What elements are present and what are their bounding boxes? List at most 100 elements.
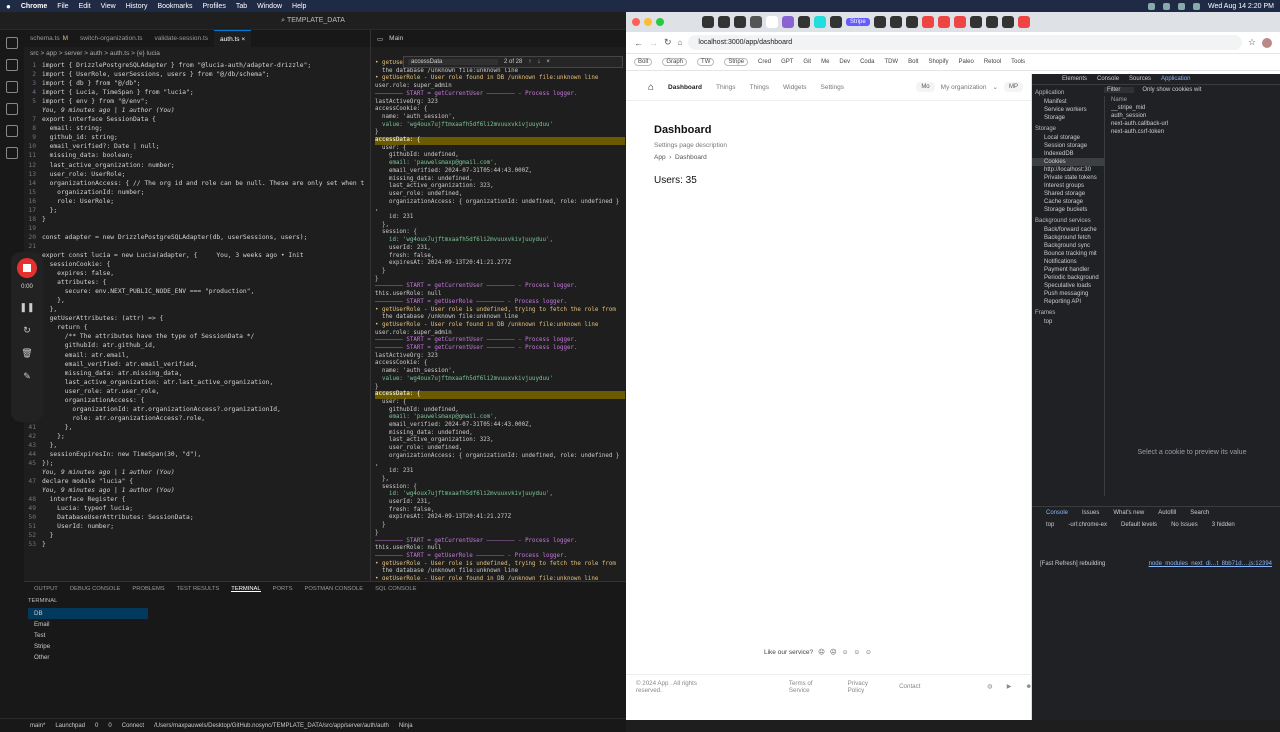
console-source-link[interactable]: node_modules_next_di…t_8bb71d….js:12394: [1149, 561, 1272, 567]
browser-tab[interactable]: [921, 16, 934, 28]
github-icon[interactable]: ◍: [987, 683, 992, 690]
bookmark-item[interactable]: TDW: [884, 59, 898, 65]
sidebar-item[interactable]: Cookies: [1032, 158, 1104, 166]
discord-icon[interactable]: ☻: [1025, 683, 1032, 690]
sidebar-item[interactable]: Shared storage: [1032, 190, 1104, 198]
find-input[interactable]: accessData: [408, 59, 498, 65]
menubar-app-name[interactable]: Chrome: [21, 3, 47, 10]
connect-button[interactable]: Connect: [122, 723, 144, 729]
only-cookies-checkbox[interactable]: Only show cookies wit: [1142, 87, 1201, 93]
trash-icon[interactable]: 🗑: [11, 348, 43, 359]
tab-switch-organization[interactable]: switch-organization.ts: [74, 30, 149, 47]
sidebar-item[interactable]: Background fetch: [1032, 234, 1104, 242]
browser-tab[interactable]: [969, 16, 982, 28]
nav-things[interactable]: Things: [716, 84, 736, 91]
menubar-clock[interactable]: Wed Aug 14 2:20 PM: [1208, 3, 1274, 10]
pause-icon[interactable]: ❚❚: [11, 302, 43, 313]
app-logo-icon[interactable]: ⌂: [648, 82, 654, 93]
arrow-down-icon[interactable]: ↓: [537, 59, 540, 65]
tab-validate-session[interactable]: validate-session.ts: [149, 30, 214, 47]
code-editor[interactable]: 1 import { DrizzlePostgreSQLAdapter } fro…: [24, 61, 370, 581]
emoji-icon[interactable]: ☹: [818, 648, 825, 656]
terminal-editor-tab[interactable]: ▭ Main: [371, 30, 626, 47]
debug-icon[interactable]: [6, 103, 18, 115]
stripe-tab[interactable]: Stripe: [846, 18, 870, 26]
sidebar-item[interactable]: Speculative loads: [1032, 282, 1104, 290]
footer-link-privacy[interactable]: Privacy Policy: [848, 680, 885, 694]
tab-schema[interactable]: schema.ts M: [24, 30, 74, 47]
sidebar-item[interactable]: Manifest: [1032, 98, 1104, 106]
terminal-output[interactable]: • getUserRole - User role is undefined, …: [375, 60, 625, 580]
log-levels-select[interactable]: Default levels: [1121, 522, 1157, 528]
terminal-item-email[interactable]: Email: [28, 619, 148, 630]
bookmark-item[interactable]: Retool: [984, 59, 1001, 65]
emoji-icon[interactable]: ☺: [865, 649, 872, 656]
menu-history[interactable]: History: [126, 3, 148, 10]
restart-icon[interactable]: ↻: [11, 325, 43, 336]
devtools-tab-sources[interactable]: Sources: [1129, 76, 1151, 82]
breadcrumb[interactable]: src > app > server > auth > auth.ts > {e…: [30, 50, 160, 57]
menu-file[interactable]: File: [57, 3, 68, 10]
sidebar-item[interactable]: Interest groups: [1032, 182, 1104, 190]
browser-tab[interactable]: [1001, 16, 1014, 28]
browser-tab[interactable]: [953, 16, 966, 28]
browser-tab[interactable]: [1017, 16, 1030, 28]
sidebar-item[interactable]: top: [1032, 318, 1104, 326]
bookmark-item[interactable]: Bolt: [908, 59, 918, 65]
terminal-item-other[interactable]: Other: [28, 652, 148, 663]
sidebar-item[interactable]: Back/forward cache: [1032, 226, 1104, 234]
terminal-item-db[interactable]: DB: [28, 608, 148, 619]
close-window-button[interactable]: [632, 18, 640, 26]
sidebar-item[interactable]: Reporting API: [1032, 298, 1104, 306]
browser-tab[interactable]: [814, 16, 826, 28]
footer-link-terms[interactable]: Terms of Service: [789, 680, 834, 694]
browser-tab[interactable]: [905, 16, 918, 28]
sidebar-item[interactable]: Local storage: [1032, 134, 1104, 142]
emoji-icon[interactable]: ☹: [830, 648, 837, 656]
cookie-row[interactable]: next-auth.csrf-token: [1105, 128, 1280, 136]
tray-icon[interactable]: [1162, 2, 1170, 10]
browser-tab[interactable]: [830, 16, 842, 28]
bookmark-item[interactable]: Dev: [839, 59, 850, 65]
terminal-item-stripe[interactable]: Stripe: [28, 641, 148, 652]
database-icon[interactable]: [6, 147, 18, 159]
drawer-tab-autofill[interactable]: Autofill: [1158, 510, 1176, 516]
browser-tab[interactable]: [750, 16, 762, 28]
sidebar-item[interactable]: Periodic background: [1032, 274, 1104, 282]
sidebar-item[interactable]: Storage: [1032, 114, 1104, 122]
launchpad-button[interactable]: Launchpad: [55, 723, 85, 729]
menu-edit[interactable]: Edit: [79, 3, 91, 10]
bookmark-item[interactable]: Graph: [662, 58, 688, 66]
arrow-up-icon[interactable]: ↑: [528, 59, 531, 65]
zoom-window-button[interactable]: [656, 18, 664, 26]
panel-tab-debug-console[interactable]: DEBUG CONSOLE: [70, 586, 121, 592]
drawer-tab-issues[interactable]: Issues: [1082, 510, 1099, 516]
sidebar-item[interactable]: Push messaging: [1032, 290, 1104, 298]
browser-tab[interactable]: [702, 16, 714, 28]
browser-tab[interactable]: [937, 16, 950, 28]
apple-icon[interactable]: ●: [6, 2, 11, 11]
breadcrumb-root[interactable]: App: [654, 154, 666, 161]
terminal-item-test[interactable]: Test: [28, 630, 148, 641]
browser-tab[interactable]: [718, 16, 730, 28]
browser-tab[interactable]: [889, 16, 902, 28]
emoji-icon[interactable]: ☺: [842, 649, 849, 656]
youtube-icon[interactable]: ▶: [1007, 683, 1012, 690]
sidebar-item[interactable]: Private state tokens: [1032, 174, 1104, 182]
menu-help[interactable]: Help: [292, 3, 306, 10]
search-icon[interactable]: [6, 59, 18, 71]
bookmark-item[interactable]: Me: [821, 59, 829, 65]
user-avatar[interactable]: MP: [1004, 82, 1023, 92]
nav-dashboard[interactable]: Dashboard: [668, 84, 702, 91]
sidebar-item[interactable]: Service workers: [1032, 106, 1104, 114]
bookmark-item[interactable]: Paleo: [958, 59, 973, 65]
sidebar-item[interactable]: Cache storage: [1032, 198, 1104, 206]
panel-tab-problems[interactable]: PROBLEMS: [132, 586, 164, 592]
menu-profiles[interactable]: Profiles: [202, 3, 225, 10]
bookmark-item[interactable]: Bolt: [634, 58, 653, 66]
profile-avatar[interactable]: [1262, 37, 1272, 48]
pen-icon[interactable]: ✎: [11, 371, 43, 382]
bookmark-item[interactable]: GPT: [781, 59, 793, 65]
sidebar-item[interactable]: IndexedDB: [1032, 150, 1104, 158]
menu-window[interactable]: Window: [257, 3, 282, 10]
